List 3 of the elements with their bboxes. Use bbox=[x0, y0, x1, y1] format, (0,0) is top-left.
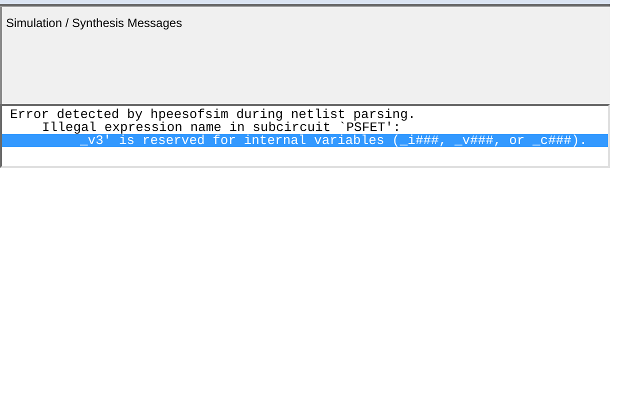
panel-title: Simulation / Synthesis Messages bbox=[6, 16, 182, 30]
message-line[interactable]: Error detected by hpeesofsim during netlist parsing. bbox=[2, 108, 608, 121]
message-line[interactable]: Illegal expression name in subcircuit `PSFET': bbox=[2, 121, 608, 134]
